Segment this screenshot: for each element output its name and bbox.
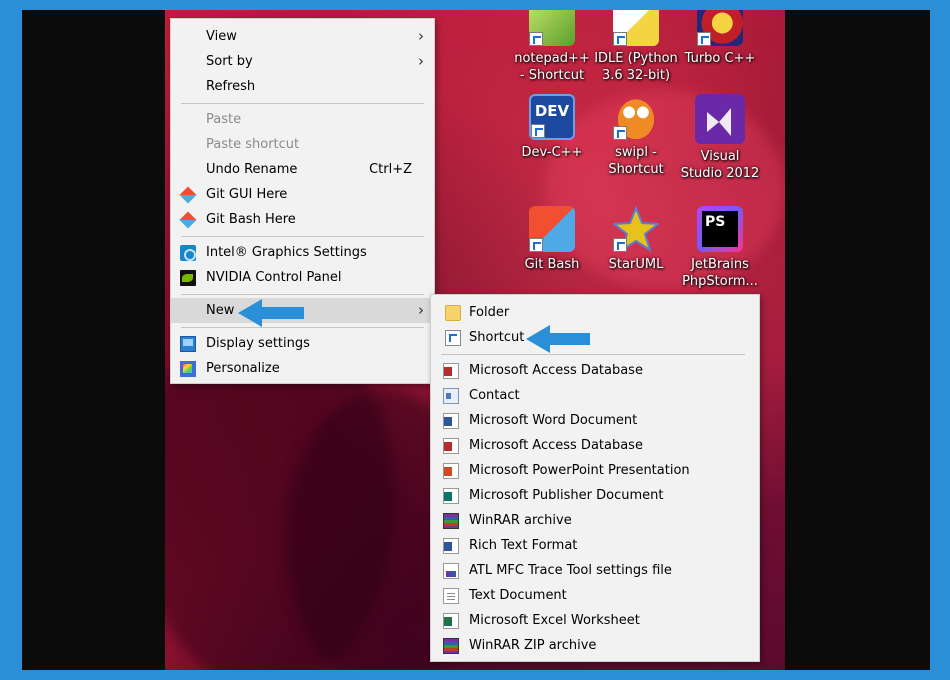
submenu-item-contact[interactable]: Contact xyxy=(431,383,759,408)
menu-separator xyxy=(441,354,745,355)
turbo-cpp-icon xyxy=(697,10,743,46)
menu-item-paste[interactable]: Paste xyxy=(171,107,434,132)
submenu-item-publisher[interactable]: Microsoft Publisher Document xyxy=(431,483,759,508)
desktop-icon-label: Visual Studio 2012 xyxy=(680,149,760,181)
submenu-item-winrar[interactable]: WinRAR archive xyxy=(431,508,759,533)
access-icon xyxy=(443,438,459,454)
menu-item-intel-graphics[interactable]: Intel® Graphics Settings xyxy=(171,240,434,265)
desktop-icon-devcpp[interactable]: DEV Dev-C++ xyxy=(510,94,594,161)
phpstorm-icon: PS xyxy=(697,206,743,252)
desktop-icon-label: Dev-C++ xyxy=(521,145,583,160)
desktop-icon-label: Turbo C++ xyxy=(684,51,756,66)
menu-separator xyxy=(181,294,424,295)
menu-item-display-settings[interactable]: Display settings xyxy=(171,331,434,356)
submenu-item-folder[interactable]: Folder xyxy=(431,300,759,325)
staruml-icon xyxy=(611,205,661,253)
personalize-icon xyxy=(180,361,196,377)
desktop-icon-idle[interactable]: IDLE (Python 3.6 32-bit) xyxy=(594,10,678,84)
owl-icon xyxy=(613,94,659,140)
menu-separator xyxy=(181,236,424,237)
menu-item-git-gui[interactable]: Git GUI Here xyxy=(171,182,434,207)
desktop-icon-visual-studio[interactable]: Visual Studio 2012 xyxy=(678,94,762,182)
rtf-icon xyxy=(443,538,459,554)
notepadpp-icon xyxy=(529,10,575,46)
menu-item-undo-rename[interactable]: Undo Rename Ctrl+Z xyxy=(171,157,434,182)
desktop-icon-label: StarUML xyxy=(608,257,664,272)
desktop-icon-label: Git Bash xyxy=(524,257,580,272)
submenu-item-access-db-2[interactable]: Microsoft Access Database xyxy=(431,433,759,458)
contact-icon xyxy=(443,388,459,404)
git-icon xyxy=(179,186,197,204)
word-icon xyxy=(443,413,459,429)
excel-icon xyxy=(443,613,459,629)
desktop-icon-label: notepad++ - Shortcut xyxy=(514,51,590,83)
chevron-right-icon: › xyxy=(418,27,424,45)
menu-item-paste-shortcut[interactable]: Paste shortcut xyxy=(171,132,434,157)
winrar-icon xyxy=(443,513,459,529)
python-idle-icon xyxy=(613,10,659,46)
chevron-right-icon: › xyxy=(418,52,424,70)
menu-item-refresh[interactable]: Refresh xyxy=(171,74,434,99)
desktop-icon-label: JetBrains PhpStorm... xyxy=(682,257,758,289)
submenu-item-shortcut[interactable]: Shortcut xyxy=(431,325,759,350)
access-icon xyxy=(443,363,459,379)
powerpoint-icon xyxy=(443,463,459,479)
submenu-item-powerpoint[interactable]: Microsoft PowerPoint Presentation xyxy=(431,458,759,483)
desktop-icon-git-bash[interactable]: Git Bash xyxy=(510,206,594,273)
menu-separator xyxy=(181,103,424,104)
submenu-item-rtf[interactable]: Rich Text Format xyxy=(431,533,759,558)
submenu-item-atl-trace[interactable]: ATL MFC Trace Tool settings file xyxy=(431,558,759,583)
nvidia-icon xyxy=(180,270,196,286)
desktop-icon-staruml[interactable]: StarUML xyxy=(594,205,678,273)
intel-graphics-icon xyxy=(180,245,196,261)
git-bash-icon xyxy=(529,206,575,252)
keyboard-shortcut: Ctrl+Z xyxy=(369,162,412,177)
folder-icon xyxy=(445,305,461,321)
devcpp-icon: DEV xyxy=(529,94,575,140)
desktop-context-menu: View › Sort by › Refresh Paste Paste sho… xyxy=(170,18,435,384)
menu-item-personalize[interactable]: Personalize xyxy=(171,356,434,381)
menu-item-git-bash[interactable]: Git Bash Here xyxy=(171,207,434,232)
submenu-item-text-document[interactable]: Text Document xyxy=(431,583,759,608)
display-icon xyxy=(180,336,196,352)
submenu-item-access-db[interactable]: Microsoft Access Database xyxy=(431,358,759,383)
atl-trace-icon xyxy=(443,563,459,579)
desktop-icon-swipl[interactable]: swipl - Shortcut xyxy=(594,94,678,178)
submenu-item-winrar-zip[interactable]: WinRAR ZIP archive xyxy=(431,633,759,658)
submenu-item-excel[interactable]: Microsoft Excel Worksheet xyxy=(431,608,759,633)
desktop-icon-phpstorm[interactable]: PS JetBrains PhpStorm... xyxy=(678,206,762,290)
git-icon xyxy=(179,211,197,229)
visual-studio-icon xyxy=(695,94,745,144)
desktop-icon-label: swipl - Shortcut xyxy=(608,145,664,177)
menu-item-view[interactable]: View › xyxy=(171,24,434,49)
text-document-icon xyxy=(443,588,459,604)
menu-item-sort-by[interactable]: Sort by › xyxy=(171,49,434,74)
publisher-icon xyxy=(443,488,459,504)
annotation-arrow-shortcut xyxy=(526,325,590,353)
shortcut-icon xyxy=(445,330,461,346)
desktop-icon-turbo-cpp[interactable]: Turbo C++ xyxy=(678,10,762,67)
chevron-right-icon: › xyxy=(418,301,424,319)
new-submenu: Folder Shortcut Microsoft Access Databas… xyxy=(430,294,760,662)
desktop-icon-notepadpp[interactable]: notepad++ - Shortcut xyxy=(510,10,594,84)
annotation-arrow-new xyxy=(238,299,304,327)
winrar-zip-icon xyxy=(443,638,459,654)
submenu-item-word[interactable]: Microsoft Word Document xyxy=(431,408,759,433)
menu-item-nvidia[interactable]: NVIDIA Control Panel xyxy=(171,265,434,290)
desktop-icon-label: IDLE (Python 3.6 32-bit) xyxy=(594,51,678,83)
